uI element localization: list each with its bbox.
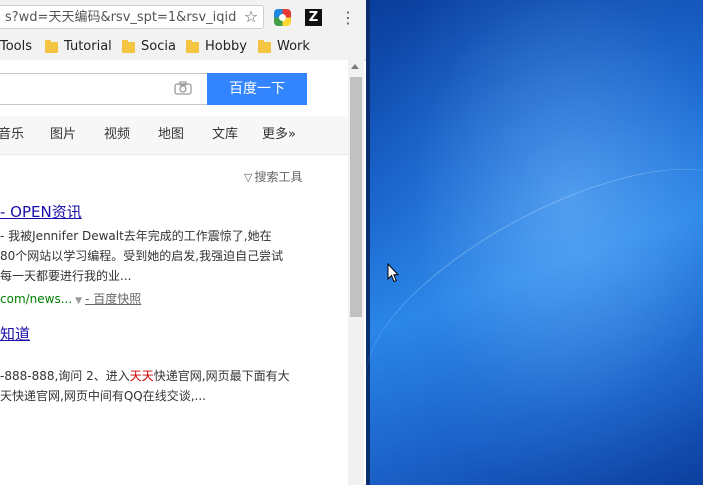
tab-wenku[interactable]: 文库 xyxy=(212,116,238,154)
tab-map[interactable]: 地图 xyxy=(158,116,184,154)
tab-images[interactable]: 图片 xyxy=(50,116,76,154)
scroll-thumb[interactable] xyxy=(350,77,362,317)
dropdown-arrow-icon[interactable]: ▼ xyxy=(75,296,82,306)
tab-music[interactable]: 音乐 xyxy=(0,116,24,154)
snapshot-link[interactable]: - 百度快照 xyxy=(85,292,141,306)
search-tools-label: 搜索工具 xyxy=(254,170,303,184)
bookmark-label: Work xyxy=(277,39,310,54)
desktop-background xyxy=(366,0,703,485)
mouse-cursor-icon xyxy=(387,263,399,283)
bookmark-tools[interactable]: Tools xyxy=(0,34,32,60)
result-snippet-line: -888-888,询问 2、进入天天快递官网,网页最下面有大 xyxy=(0,367,290,386)
bookmark-tutorial[interactable]: Tutorial xyxy=(45,34,112,60)
scroll-up-arrow-icon[interactable] xyxy=(351,64,359,69)
camera-icon[interactable] xyxy=(174,81,192,95)
wallpaper-light-streak xyxy=(366,120,703,461)
browser-window: s?wd=天天编码&rsv_spt=1&rsv_iqid ☆ Z ⋮ Tools… xyxy=(0,0,368,485)
result-snippet-line: - 我被Jennifer Dewalt去年完成的工作震惊了,她在 xyxy=(0,229,272,243)
filter-icon: ▽ xyxy=(244,171,253,184)
folder-icon xyxy=(186,39,199,53)
tab-video[interactable]: 视频 xyxy=(104,116,130,154)
desktop-edge xyxy=(366,0,370,485)
result-snippet-line: 天快递官网,网页中间有QQ在线交谈,... xyxy=(0,389,206,403)
bookmark-label: Tutorial xyxy=(64,39,112,54)
result-snippet-line: 80个网站以学习编程。受到她的启发,我强迫自己尝试 xyxy=(0,249,284,263)
star-icon: ☆ xyxy=(243,7,259,26)
bookmark-star[interactable]: ☆ xyxy=(239,5,263,29)
folder-icon xyxy=(122,39,135,53)
result-title[interactable]: 知道 xyxy=(0,323,30,344)
bookmark-label: Tools xyxy=(0,39,33,54)
bookmark-work[interactable]: Work xyxy=(258,34,310,60)
bookmark-label: Hobby xyxy=(205,39,247,54)
url-text: s?wd=天天编码&rsv_spt=1&rsv_iqid xyxy=(5,10,237,25)
bookmarks-bar: Tools Tutorial Socia Hobby Work xyxy=(0,34,366,61)
bookmark-hobby[interactable]: Hobby xyxy=(186,34,247,60)
kebab-menu-icon[interactable]: ⋮ xyxy=(340,8,356,28)
z-extension-icon[interactable]: Z xyxy=(305,9,322,26)
tab-more[interactable]: 更多» xyxy=(262,116,296,154)
search-button[interactable]: 百度一下 xyxy=(207,73,307,105)
result-url-row: com/news... ▼ - 百度快照 xyxy=(0,290,141,307)
result-title[interactable]: - OPEN资讯 xyxy=(0,201,82,222)
folder-icon xyxy=(45,39,58,53)
snippet-highlight: 天天 xyxy=(129,369,154,383)
snippet-text: -888-888,询问 2、进入 xyxy=(0,369,130,383)
result-url[interactable]: com/news... xyxy=(0,292,72,306)
result-snippet-line: 每一天都要进行我的业... xyxy=(0,269,132,283)
snippet-text: 快递官网,网页最下面有大 xyxy=(153,369,290,383)
url-field[interactable]: s?wd=天天编码&rsv_spt=1&rsv_iqid xyxy=(0,5,264,29)
search-input[interactable] xyxy=(0,73,208,105)
extension-icon[interactable] xyxy=(274,9,291,26)
vertical-scrollbar[interactable] xyxy=(348,60,364,485)
search-tabs: 音乐 图片 视频 地图 文库 更多» xyxy=(0,116,348,155)
bookmark-socia[interactable]: Socia xyxy=(122,34,176,60)
address-bar: s?wd=天天编码&rsv_spt=1&rsv_iqid ☆ Z ⋮ xyxy=(0,0,366,34)
search-results-page: 百度一下 音乐 图片 视频 地图 文库 更多» ▽ 搜索工具 - OPEN资讯 -… xyxy=(0,60,348,485)
search-tools[interactable]: ▽ 搜索工具 xyxy=(244,168,302,185)
folder-icon xyxy=(258,39,271,53)
bookmark-label: Socia xyxy=(141,39,176,54)
